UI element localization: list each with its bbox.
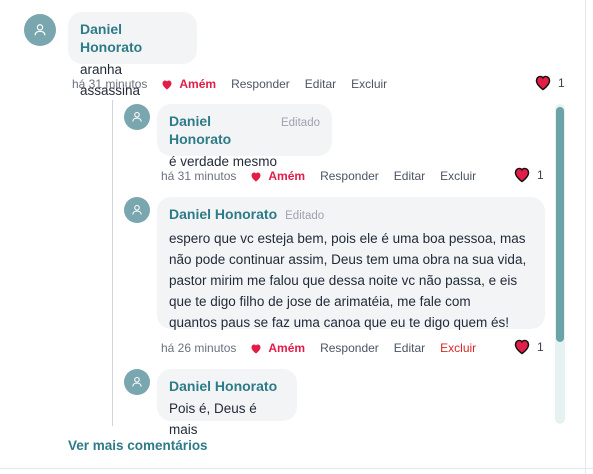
edit-button[interactable]: Editar [394, 341, 425, 355]
amem-button[interactable]: Amém [250, 169, 305, 183]
reply-button[interactable]: Responder [231, 77, 290, 91]
user-icon [132, 376, 142, 387]
user-icon [132, 204, 142, 215]
user-icon [34, 24, 46, 36]
reply-text-line: espero que vc esteja bem, pois ele é uma… [169, 231, 526, 246]
amem-label: Amém [179, 77, 217, 91]
heart-icon [162, 80, 172, 89]
avatar[interactable] [124, 197, 150, 223]
reply-author-row: Daniel Honorato [169, 377, 285, 395]
reply-author-row: Daniel Honorato Editado [169, 112, 320, 148]
reply-text: Pois é, Deus é mais [169, 401, 257, 437]
heart-icon [251, 172, 261, 181]
delete-button[interactable]: Excluir [440, 341, 476, 355]
reply-bubble: Daniel Honorato Editado espero que vc es… [157, 197, 545, 330]
likes-count: 1 [537, 340, 544, 354]
amem-label: Amém [268, 341, 306, 355]
reply-actions: há 31 minutos Amém Responder Editar Excl… [161, 167, 491, 185]
reply-author[interactable]: Daniel Honorato [169, 377, 277, 395]
comment-author[interactable]: Daniel Honorato [80, 20, 185, 56]
comment-bubble: Daniel Honorato aranha assassina [68, 12, 197, 98]
reply-text-line: quantos paus se faz uma canoa que eu te … [169, 315, 509, 330]
amem-button[interactable]: Amém [161, 77, 216, 91]
edited-label: Editado [280, 117, 320, 129]
reply-text-line: pastor mirim me falou que dessa noite vc… [169, 273, 518, 288]
amem-button[interactable]: Amém [250, 341, 305, 355]
avatar[interactable] [124, 104, 150, 130]
reply-button[interactable]: Responder [320, 341, 379, 355]
more-comments-link[interactable]: Ver mais comentários [68, 438, 208, 453]
likes-count: 1 [558, 76, 565, 90]
edited-label: Editado [285, 210, 325, 222]
reply-author-row: Daniel Honorato Editado [169, 205, 533, 225]
heart-outline-icon [535, 75, 551, 91]
edit-button[interactable]: Editar [394, 169, 425, 183]
reply-actions: há 26 minutos Amém Responder Editar Excl… [161, 339, 491, 357]
likes-counter[interactable]: 1 [534, 75, 565, 91]
comment-timestamp: há 31 minutos [72, 77, 148, 91]
heart-icon [251, 344, 261, 353]
comment-actions: há 31 minutos Amém Responder Editar Excl… [72, 75, 402, 93]
reply-timestamp: há 26 minutos [161, 341, 237, 355]
edit-button[interactable]: Editar [305, 77, 336, 91]
reply-timestamp: há 31 minutos [161, 169, 237, 183]
reply-author[interactable]: Daniel Honorato [169, 112, 273, 148]
avatar[interactable] [124, 369, 150, 395]
panel-border-bottom [0, 468, 593, 469]
reply-bubble: Daniel Honorato Pois é, Deus é mais [157, 369, 297, 437]
likes-counter[interactable]: 1 [513, 339, 544, 355]
panel-border-right [585, 0, 586, 474]
reply-text-line: que te digo filho de jose de arimatéia, … [169, 294, 471, 309]
thread-line [112, 100, 113, 426]
delete-button[interactable]: Excluir [351, 77, 387, 91]
user-icon [132, 111, 142, 122]
comment-author-row: Daniel Honorato [80, 20, 185, 56]
reply-text-line: não pode continuar assim, Deus tem uma o… [169, 252, 527, 267]
likes-counter[interactable]: 1 [513, 167, 544, 183]
reply-bubble: Daniel Honorato Editado é verdade mesmo [157, 104, 332, 169]
scrollbar-thumb[interactable] [556, 107, 564, 342]
reply-author[interactable]: Daniel Honorato [169, 205, 277, 223]
reply-text: espero que vc esteja bem, pois ele é uma… [169, 228, 533, 333]
likes-count: 1 [537, 168, 544, 182]
delete-button[interactable]: Excluir [440, 169, 476, 183]
heart-outline-icon [514, 167, 530, 183]
reply-button[interactable]: Responder [320, 169, 379, 183]
heart-outline-icon [514, 339, 530, 355]
avatar[interactable] [24, 14, 56, 46]
amem-label: Amém [268, 169, 306, 183]
